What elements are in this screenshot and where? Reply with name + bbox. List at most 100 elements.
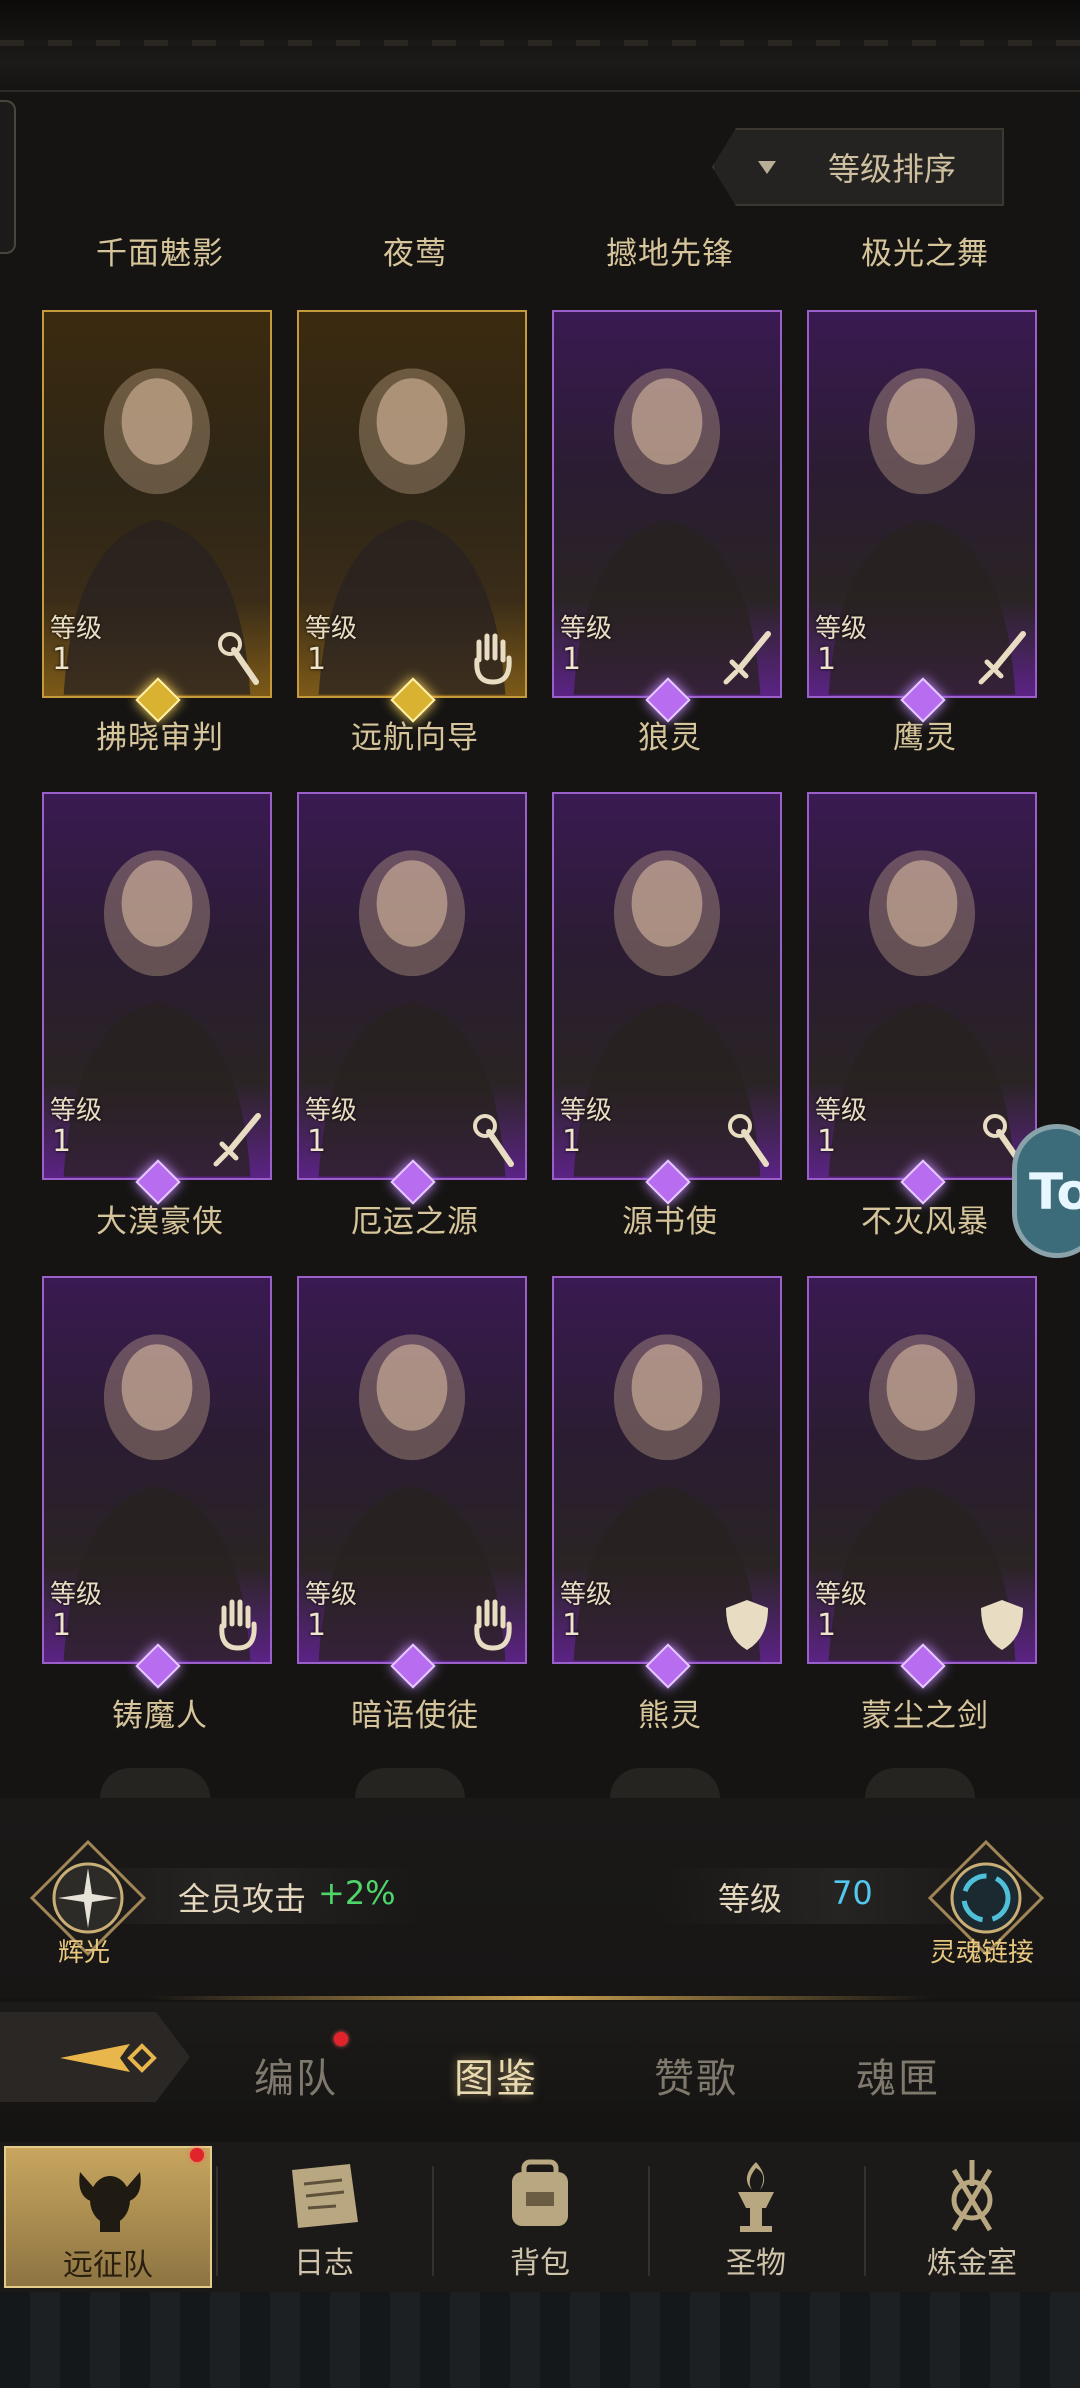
- tab-codex[interactable]: 图鉴: [454, 2046, 538, 2104]
- gold-divider: [150, 1996, 930, 2000]
- sort-label: 等级排序: [828, 150, 957, 188]
- hero-name: 熊灵: [638, 1698, 702, 1734]
- soul-level-value: 70: [832, 1874, 873, 1912]
- hero-name: 夜莺: [383, 236, 447, 272]
- next-row-portrait-peek: [355, 1768, 465, 1798]
- level-label: 等级: [305, 614, 358, 644]
- level-value: 1: [562, 1608, 582, 1643]
- nav-label: 圣物: [726, 2246, 786, 2281]
- hero-card[interactable]: 等级 1: [42, 1276, 272, 1664]
- soul-level-label: 等级: [718, 1880, 783, 1918]
- side-drawer-handle[interactable]: [0, 100, 16, 254]
- level-value: 1: [817, 1124, 837, 1159]
- level-value: 1: [307, 642, 327, 677]
- sword-icon: [723, 631, 771, 685]
- glory-label: 辉光: [58, 1938, 111, 1968]
- level-label: 等级: [815, 1096, 868, 1126]
- level-value: 1: [562, 642, 582, 677]
- notification-dot: [190, 2148, 204, 2162]
- hero-name: 撼地先锋: [606, 236, 734, 272]
- level-label: 等级: [560, 1580, 613, 1610]
- nav-separator: [432, 2166, 434, 2276]
- staff-icon: [728, 1114, 769, 1167]
- hero-name: 极光之舞: [861, 236, 989, 272]
- next-row-portrait-peek: [865, 1768, 975, 1798]
- horned-skull-icon: [79, 2172, 141, 2232]
- level-value: 1: [817, 642, 837, 677]
- hero-card[interactable]: 等级 1: [552, 792, 782, 1180]
- floating-assistant-button[interactable]: To: [1012, 1124, 1080, 1258]
- level-label: 等级: [50, 1580, 103, 1610]
- arrow-left-icon: [60, 2043, 157, 2073]
- staff-icon: [218, 632, 259, 685]
- nav-label: 远征队: [63, 2248, 153, 2283]
- soul-link-label: 灵魂链接: [930, 1938, 1035, 1968]
- level-value: 1: [817, 1608, 837, 1643]
- dropdown-triangle-icon: [758, 160, 776, 174]
- hero-card[interactable]: 等级 1: [297, 1276, 527, 1664]
- hero-card[interactable]: 等级 1: [552, 310, 782, 698]
- nav-separator: [864, 2166, 866, 2276]
- tab-soul-box[interactable]: 魂匣: [856, 2046, 940, 2104]
- hero-name: 不灭风暴: [861, 1204, 989, 1240]
- nav-separator: [648, 2166, 650, 2276]
- level-label: 等级: [560, 614, 613, 644]
- hero-name: 铸魔人: [112, 1698, 208, 1734]
- tab-anthem[interactable]: 赞歌: [654, 2046, 738, 2104]
- nav-alchemy-room[interactable]: 炼金室: [868, 2146, 1076, 2288]
- level-label: 等级: [560, 1096, 613, 1126]
- level-label: 等级: [50, 1096, 103, 1126]
- hero-card[interactable]: 等级 1: [807, 1276, 1037, 1664]
- level-label: 等级: [815, 614, 868, 644]
- level-value: 1: [52, 1608, 72, 1643]
- nav-backpack[interactable]: 背包: [436, 2146, 644, 2288]
- bag-icon: [512, 2159, 568, 2226]
- hero-name: 大漠豪侠: [96, 1204, 224, 1240]
- level-label: 等级: [305, 1580, 358, 1610]
- tab-formation[interactable]: 编队: [254, 2046, 338, 2104]
- next-row-portrait-peek: [610, 1768, 720, 1798]
- hero-card[interactable]: 等级 1: [552, 1276, 782, 1664]
- bottom-ornament-border: [0, 2292, 1080, 2388]
- level-label: 等级: [50, 614, 103, 644]
- hero-name: 源书使: [622, 1204, 718, 1240]
- hero-name: 远航向导: [351, 720, 479, 756]
- staff-icon: [473, 1114, 514, 1167]
- hero-card[interactable]: 等级 1: [42, 310, 272, 698]
- attack-bonus-label: 全员攻击: [178, 1880, 307, 1918]
- map-scroll-icon: [292, 2164, 358, 2228]
- hero-card[interactable]: 等级 1: [297, 310, 527, 698]
- sort-by-level-button[interactable]: 等级排序: [712, 128, 1004, 206]
- nav-expedition[interactable]: 远征队: [4, 2146, 212, 2288]
- level-value: 1: [52, 1124, 72, 1159]
- nav-separator: [216, 2166, 218, 2276]
- sword-icon: [213, 1113, 261, 1167]
- nav-label: 背包: [510, 2246, 570, 2281]
- hero-card[interactable]: 等级 1: [807, 792, 1037, 1180]
- hero-card[interactable]: 等级 1: [297, 792, 527, 1180]
- level-label: 等级: [815, 1580, 868, 1610]
- back-button[interactable]: [0, 2012, 190, 2102]
- nav-journal[interactable]: 日志: [220, 2146, 428, 2288]
- next-row-portrait-peek: [100, 1768, 210, 1798]
- torch-icon: [738, 2162, 774, 2232]
- hero-name: 狼灵: [638, 720, 702, 756]
- hero-name: 蒙尘之剑: [861, 1698, 989, 1734]
- hero-card[interactable]: 等级 1: [42, 792, 272, 1180]
- hero-name: 暗语使徒: [351, 1698, 479, 1734]
- attack-bonus-value: +2%: [318, 1874, 396, 1912]
- shield-icon: [726, 1600, 768, 1650]
- shield-icon: [981, 1600, 1023, 1650]
- hero-card[interactable]: 等级 1: [807, 310, 1037, 698]
- level-value: 1: [307, 1124, 327, 1159]
- level-value: 1: [52, 642, 72, 677]
- hero-name: 鹰灵: [893, 720, 957, 756]
- palm-icon: [474, 633, 512, 685]
- floating-button-text: To: [1029, 1163, 1080, 1221]
- sword-icon: [978, 631, 1026, 685]
- nav-relics[interactable]: 圣物: [652, 2146, 860, 2288]
- hero-name: 千面魅影: [96, 236, 224, 272]
- palm-icon: [219, 1599, 257, 1651]
- notification-dot: [334, 2032, 348, 2046]
- top-ornament-border: [0, 0, 1080, 92]
